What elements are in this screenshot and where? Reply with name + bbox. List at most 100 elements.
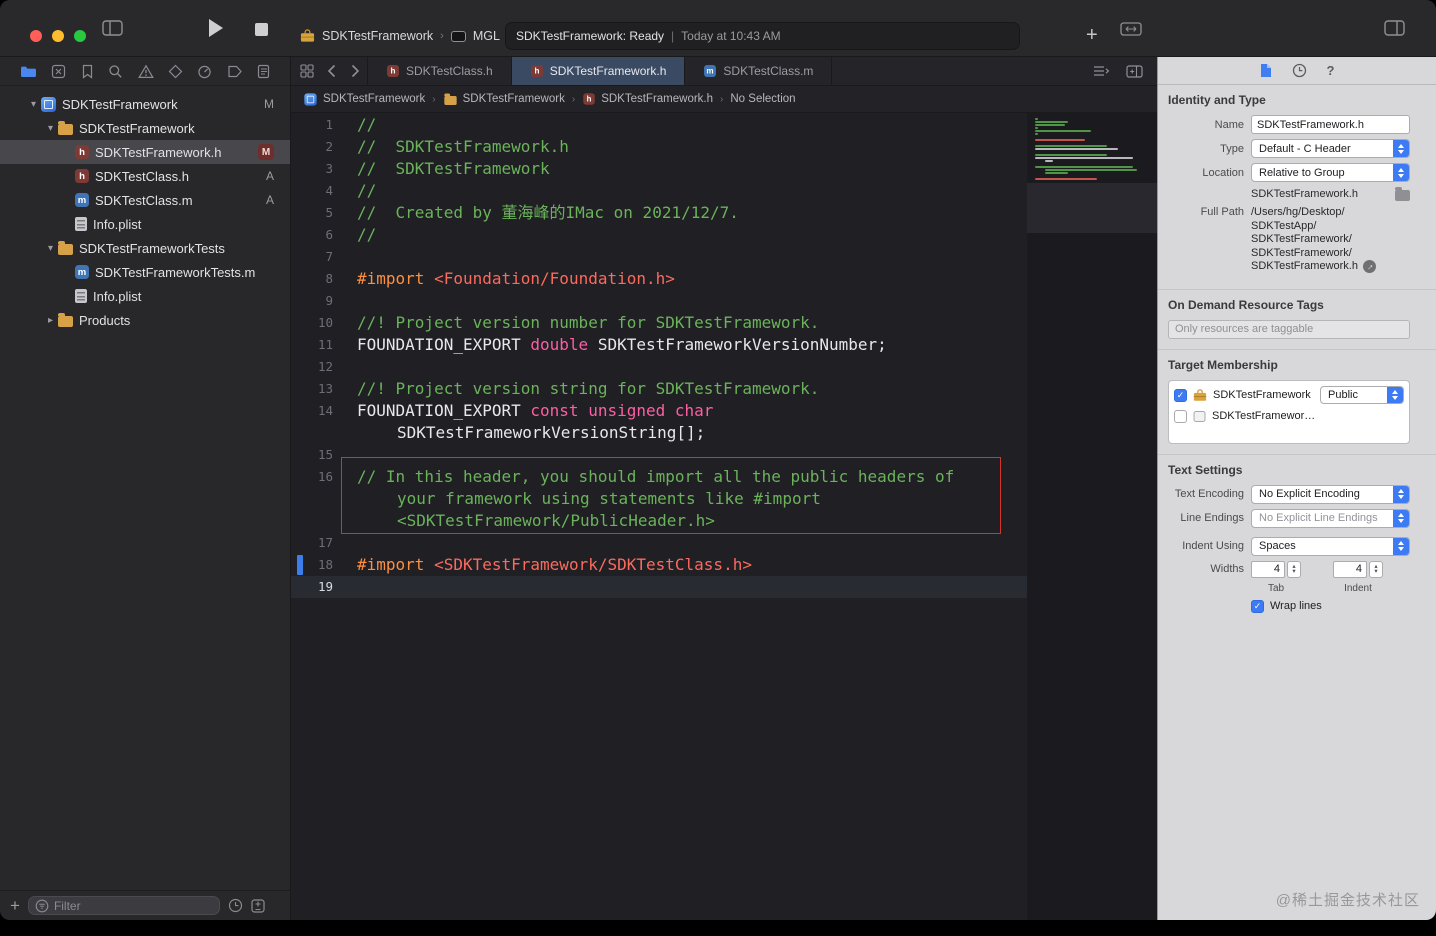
quick-help-inspector-icon[interactable]: ? xyxy=(1327,63,1335,78)
line-endings-popup[interactable]: No Explicit Line Endings xyxy=(1251,508,1410,528)
disclosure-icon[interactable]: ▾ xyxy=(43,243,58,254)
filter-input[interactable] xyxy=(53,898,213,913)
bookmarks-navigator-icon[interactable] xyxy=(81,64,94,79)
filter-field[interactable] xyxy=(27,896,220,915)
reveal-arrow-icon[interactable]: → xyxy=(1360,257,1379,276)
jump-bar-item[interactable]: No Selection xyxy=(730,93,795,105)
resource-tags-input[interactable] xyxy=(1168,319,1410,339)
code-line[interactable]: 11 FOUNDATION_EXPORT double SDKTestFramew… xyxy=(291,334,1027,356)
tree-row[interactable]: Info.plist xyxy=(0,284,290,308)
editor-options-icon[interactable] xyxy=(1093,65,1110,77)
code-line[interactable]: 13 //! Project version string for SDKTest… xyxy=(291,378,1027,400)
minimap-viewport[interactable] xyxy=(1027,183,1157,233)
code-text: #import <SDKTestFramework/SDKTestClass.h… xyxy=(357,554,987,576)
source-control-navigator-icon[interactable] xyxy=(51,64,66,79)
choose-location-folder-icon[interactable] xyxy=(1395,187,1410,201)
run-button[interactable] xyxy=(209,19,223,37)
target-row[interactable]: ✓ SDKTestFramework Public xyxy=(1174,385,1404,406)
code-line[interactable]: 14 FOUNDATION_EXPORT const unsigned char … xyxy=(291,400,1027,444)
target-checkbox[interactable]: ✓ xyxy=(1174,388,1187,402)
target-access-popup[interactable]: Public xyxy=(1320,386,1404,404)
code-line[interactable]: 6 // xyxy=(291,224,1027,246)
code-line[interactable]: 19 xyxy=(291,576,1027,598)
editor-tab[interactable]: m SDKTestClass.m xyxy=(685,57,833,85)
stop-button[interactable] xyxy=(255,23,268,36)
close-button[interactable] xyxy=(30,30,42,42)
name-field[interactable] xyxy=(1251,115,1410,134)
tree-row[interactable]: ▾ SDKTestFrameworkTests xyxy=(0,236,290,260)
forward-button[interactable] xyxy=(343,57,367,85)
code-line[interactable]: 4 // xyxy=(291,180,1027,202)
history-inspector-icon[interactable] xyxy=(1292,63,1307,78)
code-line[interactable]: 3 // SDKTestFramework xyxy=(291,158,1027,180)
tests-navigator-icon[interactable] xyxy=(168,64,183,79)
add-editor-icon[interactable] xyxy=(1126,64,1143,78)
related-items-icon[interactable] xyxy=(295,57,319,85)
code-line[interactable]: 10 //! Project version number for SDKTest… xyxy=(291,312,1027,334)
minimap[interactable] xyxy=(1027,113,1157,920)
code-line[interactable]: 7 xyxy=(291,246,1027,268)
disclosure-icon[interactable]: ▾ xyxy=(43,123,58,134)
tree-row[interactable]: h SDKTestFramework.h M xyxy=(0,140,290,164)
add-button[interactable]: + xyxy=(1086,25,1098,45)
jump-bar-item[interactable]: SDKTestFramework xyxy=(303,92,425,107)
code-area[interactable]: 1 // 2 // SDKTestFramework.h 3 // SDKTestFram… xyxy=(291,113,1157,920)
tree-row[interactable]: Info.plist xyxy=(0,212,290,236)
code-line[interactable]: 17 xyxy=(291,532,1027,554)
code-line[interactable]: 8 #import <Foundation/Foundation.h> xyxy=(291,268,1027,290)
minimap-line xyxy=(1035,145,1107,147)
code-line[interactable]: 18 #import <SDKTestFramework/SDKTestClass… xyxy=(291,554,1027,576)
search-icon[interactable] xyxy=(108,64,123,79)
tree-row[interactable]: ▾ SDKTestFramework xyxy=(0,116,290,140)
editor-arrangement-button[interactable] xyxy=(1120,22,1142,36)
wrap-lines-checkbox[interactable]: ✓ xyxy=(1251,599,1264,613)
jump-bar-item[interactable]: SDKTestFramework xyxy=(443,92,565,106)
code-line[interactable]: 12 xyxy=(291,356,1027,378)
code-line[interactable]: 2 // SDKTestFramework.h xyxy=(291,136,1027,158)
type-popup[interactable]: Default - C Header xyxy=(1251,139,1410,158)
tree-row[interactable]: ▸ Products xyxy=(0,308,290,332)
file-inspector-icon[interactable] xyxy=(1260,63,1272,78)
tab-width-stepper[interactable]: ▴ ▾ xyxy=(1287,560,1301,578)
minimize-button[interactable] xyxy=(52,30,64,42)
code-line[interactable]: 15 xyxy=(291,444,1027,466)
scheme-chooser[interactable]: SDKTestFramework › MGL xyxy=(300,22,500,50)
add-file-button[interactable]: + xyxy=(10,896,20,916)
location-popup[interactable]: Relative to Group xyxy=(1251,163,1410,182)
code-line[interactable]: 1 // xyxy=(291,114,1027,136)
tree-row[interactable]: m SDKTestClass.m A xyxy=(0,188,290,212)
sidebar-toggle-icon[interactable] xyxy=(102,20,123,36)
line-number: 3 xyxy=(325,161,333,176)
minimap-line xyxy=(1035,154,1107,156)
tab-width-field[interactable]: 4 xyxy=(1251,560,1285,578)
target-checkbox[interactable] xyxy=(1174,409,1187,423)
zoom-button[interactable] xyxy=(74,30,86,42)
tree-row[interactable]: h SDKTestClass.h A xyxy=(0,164,290,188)
reports-navigator-icon[interactable] xyxy=(257,64,270,79)
text-encoding-popup[interactable]: No Explicit Encoding xyxy=(1251,484,1410,504)
editor-tab[interactable]: h SDKTestClass.h xyxy=(367,57,512,85)
jump-bar-item[interactable]: h SDKTestFramework.h xyxy=(582,92,713,106)
indent-width-field[interactable]: 4 xyxy=(1333,560,1367,578)
indent-width-stepper[interactable]: ▴ ▾ xyxy=(1369,560,1383,578)
editor-tab[interactable]: h SDKTestFramework.h xyxy=(511,57,686,85)
disclosure-icon[interactable]: ▸ xyxy=(43,315,58,326)
recent-files-filter-icon[interactable] xyxy=(228,898,243,913)
issues-navigator-icon[interactable] xyxy=(137,64,154,79)
indent-using-popup[interactable]: Spaces xyxy=(1251,536,1410,556)
activity-viewer[interactable]: SDKTestFramework: Ready | Today at 10:43… xyxy=(505,22,1020,50)
code-line[interactable]: 16 // In this header, you should import a… xyxy=(291,466,1027,532)
target-row[interactable]: SDKTestFramewor… xyxy=(1174,406,1404,427)
tree-row[interactable]: m SDKTestFrameworkTests.m xyxy=(0,260,290,284)
inspector-toggle-icon[interactable] xyxy=(1384,20,1405,36)
back-button[interactable] xyxy=(319,57,343,85)
minimap-line xyxy=(1045,160,1053,162)
breakpoints-navigator-icon[interactable] xyxy=(227,64,243,79)
source-control-filter-icon[interactable] xyxy=(251,898,265,913)
project-navigator-icon[interactable] xyxy=(20,64,37,79)
debug-navigator-icon[interactable] xyxy=(197,64,212,79)
disclosure-icon[interactable]: ▾ xyxy=(26,99,41,110)
code-line[interactable]: 5 // Created by 董海峰的IMac on 2021/12/7. xyxy=(291,202,1027,224)
tree-row[interactable]: ▾ SDKTestFramework M xyxy=(0,92,290,116)
code-line[interactable]: 9 xyxy=(291,290,1027,312)
